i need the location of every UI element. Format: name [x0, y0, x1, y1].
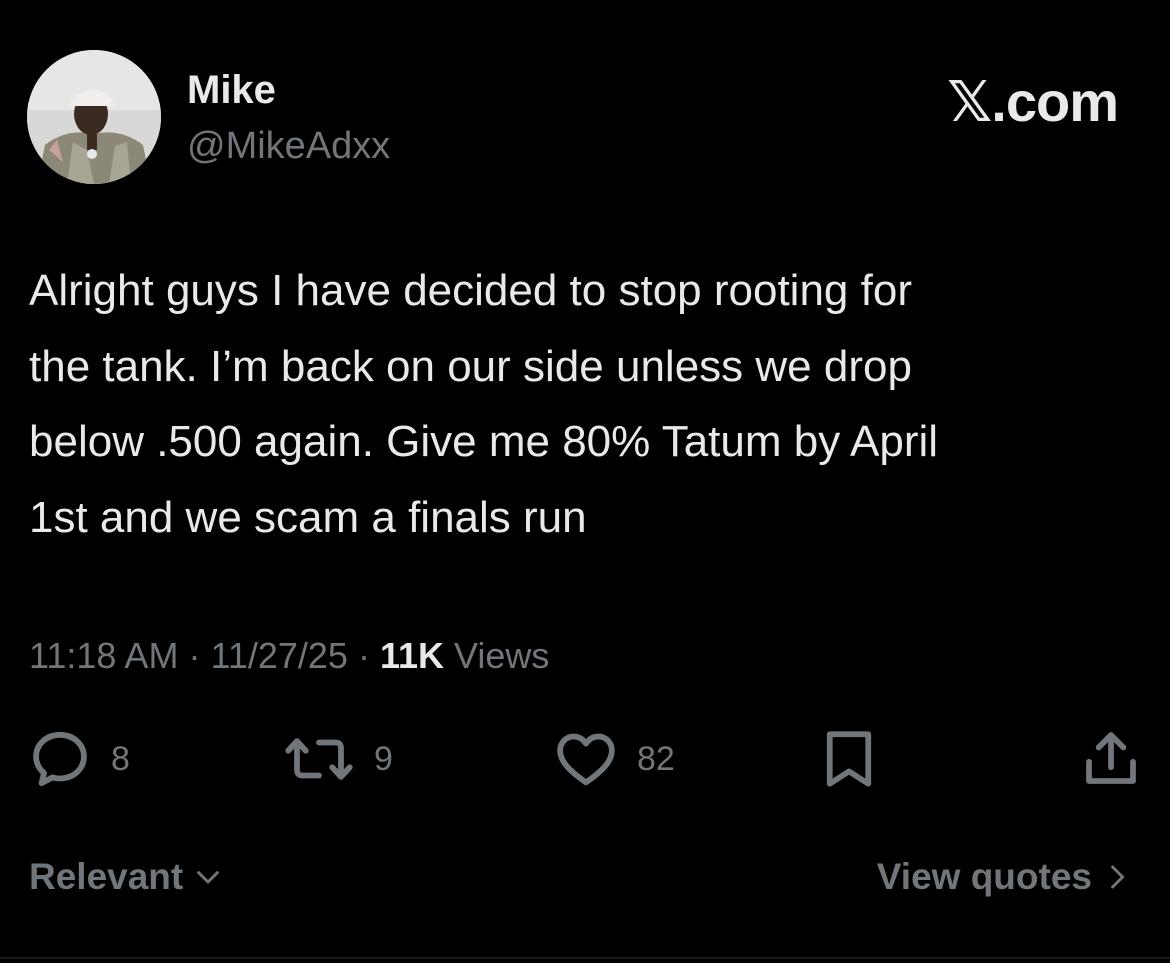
repost-icon	[285, 738, 353, 780]
tweet-text: Alright guys I have decided to stop root…	[29, 266, 939, 542]
tweet-meta: 11:18 AM · 11/27/25 · 11K Views	[29, 632, 549, 680]
action-bar: 8 9 82	[0, 726, 1170, 792]
repost-button[interactable]: 9	[282, 726, 393, 792]
reply-icon	[33, 731, 87, 787]
views-label: Views	[454, 635, 550, 676]
view-quotes-label: View quotes	[876, 856, 1092, 897]
tweet-date: 11/27/25	[210, 635, 348, 676]
bookmark-button[interactable]	[818, 726, 880, 792]
share-icon	[1086, 732, 1136, 784]
tweet-time: 11:18 AM	[29, 635, 179, 676]
view-quotes-link[interactable]: View quotes	[877, 856, 1132, 898]
heart-icon	[557, 733, 615, 786]
avatar-photo	[27, 50, 161, 184]
share-button[interactable]	[1078, 726, 1144, 792]
brand-logo: 𝕏.com	[947, 70, 1119, 133]
reply-count: 8	[111, 739, 130, 778]
reply-button[interactable]: 8	[27, 726, 130, 792]
like-button[interactable]: 82	[553, 726, 675, 792]
meta-separator: ·	[188, 635, 201, 676]
like-count: 82	[637, 739, 675, 778]
chevron-down-icon	[197, 871, 220, 884]
chevron-right-icon	[1111, 865, 1125, 889]
sort-dropdown[interactable]: Relevant	[29, 856, 223, 898]
bookmark-icon	[826, 731, 872, 787]
views-count[interactable]: 11K	[380, 635, 444, 676]
repost-count: 9	[374, 739, 393, 778]
avatar[interactable]	[27, 50, 161, 184]
divider	[0, 957, 1170, 959]
sort-label: Relevant	[29, 856, 184, 897]
meta-separator: ·	[357, 635, 370, 676]
author-handle[interactable]: @MikeAdxx	[187, 122, 390, 170]
author-display-name[interactable]: Mike	[187, 66, 276, 114]
